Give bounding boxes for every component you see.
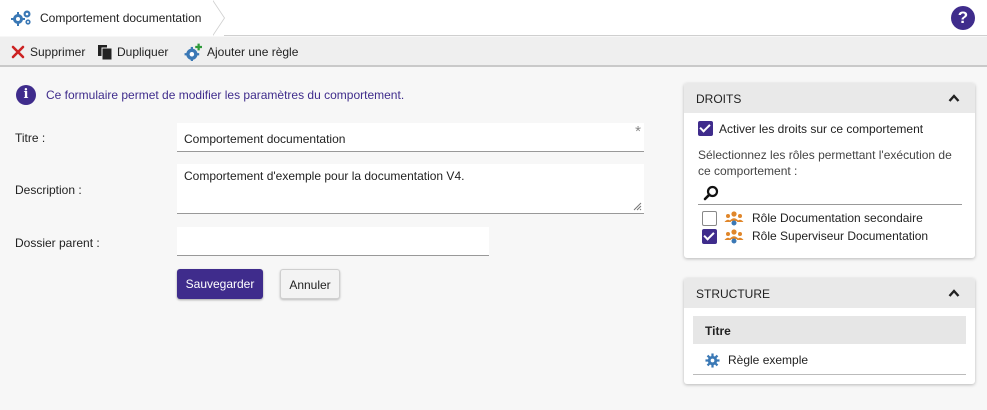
description-textarea[interactable]: Comportement d'exemple pour la documenta… <box>177 164 644 214</box>
duplicate-label: Dupliquer <box>117 45 169 59</box>
users-icon <box>724 211 744 226</box>
structure-column-header: Titre <box>693 316 966 344</box>
save-button[interactable]: Sauvegarder <box>177 269 263 299</box>
info-icon: i <box>16 85 36 105</box>
select-roles-text: Sélectionnez les rôles permettant l'exéc… <box>698 148 952 178</box>
droits-panel: DROITS Activer les droits sur ce comport… <box>684 83 975 258</box>
users-icon <box>724 229 744 244</box>
description-label: Description : <box>15 183 82 197</box>
add-rule-label: Ajouter une règle <box>207 45 299 59</box>
required-mark: * <box>635 123 641 140</box>
add-gear-icon <box>184 43 202 61</box>
structure-row[interactable]: Règle exemple <box>693 346 966 375</box>
role-search-input[interactable] <box>698 181 962 205</box>
role-checkbox[interactable] <box>702 210 717 226</box>
gear-icon <box>705 352 720 368</box>
title-input[interactable]: Comportement documentation * <box>177 123 644 152</box>
structure-panel-header[interactable]: STRUCTURE <box>684 278 975 308</box>
parent-folder-label: Dossier parent : <box>15 236 100 250</box>
breadcrumb[interactable]: Comportement documentation <box>0 0 224 36</box>
droits-title: DROITS <box>696 92 742 106</box>
breadcrumb-arrow <box>212 0 224 36</box>
page-title: Comportement documentation <box>40 11 202 25</box>
info-banner: i Ce formulaire permet de modifier les p… <box>16 84 404 106</box>
activate-rights-label: Activer les droits sur ce comportement <box>719 121 924 136</box>
role-checkbox[interactable] <box>702 228 717 244</box>
structure-title: STRUCTURE <box>696 287 770 301</box>
info-text: Ce formulaire permet de modifier les par… <box>46 88 405 102</box>
structure-panel: STRUCTURE Titre Règle exemple <box>684 278 975 384</box>
activate-rights-checkbox[interactable] <box>698 121 713 136</box>
delete-button[interactable]: Supprimer <box>10 44 85 60</box>
chevron-up-icon[interactable] <box>948 288 960 298</box>
resize-handle-icon[interactable] <box>633 202 642 211</box>
role-label: Rôle Documentation secondaire <box>752 211 923 225</box>
description-value: Comportement d'exemple pour la documenta… <box>184 169 465 183</box>
structure-row-label: Règle exemple <box>728 353 809 367</box>
activate-rights-row[interactable]: Activer les droits sur ce comportement <box>698 121 923 136</box>
toolbar: Supprimer Dupliquer Ajouter une règle <box>0 37 987 67</box>
chevron-up-icon[interactable] <box>948 93 960 103</box>
gears-icon <box>11 10 31 26</box>
role-label: Rôle Superviseur Documentation <box>752 229 929 243</box>
delete-label: Supprimer <box>30 45 86 59</box>
duplicate-button[interactable]: Dupliquer <box>97 44 168 60</box>
role-item[interactable]: Rôle Documentation secondaire <box>702 210 923 226</box>
droits-panel-header[interactable]: DROITS <box>684 83 975 113</box>
title-value: Comportement documentation <box>184 132 346 146</box>
copy-icon <box>98 45 113 60</box>
cancel-button[interactable]: Annuler <box>280 269 340 299</box>
title-bar: Comportement documentation ? <box>0 0 987 36</box>
add-rule-button[interactable]: Ajouter une règle <box>183 43 299 61</box>
parent-folder-input[interactable] <box>177 227 489 256</box>
role-item[interactable]: Rôle Superviseur Documentation <box>702 228 928 244</box>
help-icon[interactable]: ? <box>951 6 975 30</box>
search-icon <box>703 185 719 201</box>
close-icon <box>11 45 25 59</box>
title-label: Titre : <box>15 131 46 145</box>
